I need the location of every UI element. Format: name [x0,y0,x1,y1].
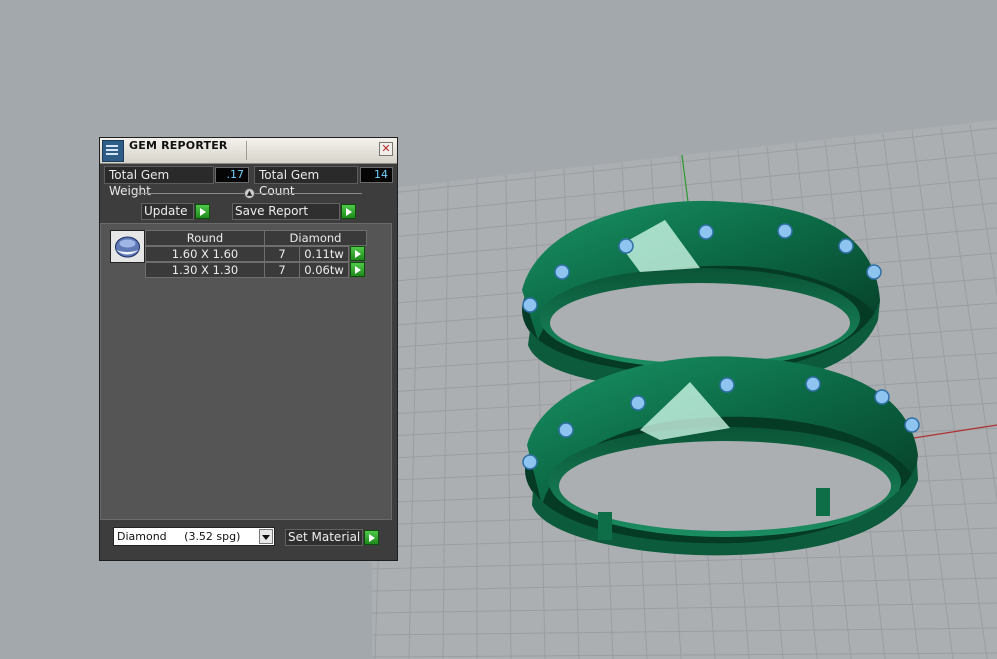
set-material-go-icon[interactable] [364,530,379,545]
row2-select-go-icon[interactable] [350,262,365,277]
collapse-chevron-icon[interactable]: ▲ [244,188,255,199]
update-go-icon[interactable] [195,204,210,219]
close-button[interactable]: ✕ [379,142,393,156]
row2-size: 1.30 X 1.30 [145,262,265,278]
column-header-shape: Round [145,230,265,246]
gem-stone [719,377,735,393]
column-header-material: Diamond [264,230,367,246]
panel-title: GEM REPORTER [129,139,228,152]
row1-weight: 0.11tw [299,246,349,262]
chevron-down-icon[interactable] [259,529,273,544]
row2-weight: 0.06tw [299,262,349,278]
row1-select-go-icon[interactable] [350,246,365,261]
gem-stone [618,238,634,254]
gem-stone [554,264,570,280]
gem-reporter-app-icon [102,140,124,162]
update-button[interactable]: Update [141,203,194,220]
gem-stone [698,224,714,240]
total-gem-count-label: Total Gem Count [254,166,358,198]
total-gem-weight-value: .17 [215,167,249,183]
row1-size: 1.60 X 1.60 [145,246,265,262]
gem-stone [805,376,821,392]
gem-stone [866,264,882,280]
gem-stone [522,454,538,470]
set-material-button[interactable]: Set Material [285,529,363,546]
gem-stone [777,223,793,239]
save-report-go-icon[interactable] [341,204,356,219]
gem-stone [838,238,854,254]
round-gem-icon[interactable] [110,230,145,263]
material-select-value: Diamond (3.52 spg) [117,530,241,543]
panel-titlebar[interactable]: GEM REPORTER ✕ [100,138,397,164]
gem-list: Round Diamond 1.60 X 1.60 7 0.11tw 1.30 … [100,223,392,520]
total-gem-count-value: 14 [360,167,393,183]
title-separator [246,141,247,160]
total-gem-weight-label: Total Gem Weight [104,166,214,198]
gem-stone [522,297,538,313]
gem-stone [558,422,574,438]
close-icon: ✕ [381,142,391,155]
gem-stone [904,417,920,433]
gem-stone [874,389,890,405]
save-report-button[interactable]: Save Report [232,203,340,220]
material-select[interactable]: Diamond (3.52 spg) [113,527,275,546]
row1-count: 7 [264,246,300,262]
row2-count: 7 [264,262,300,278]
gem-stone [630,395,646,411]
gem-reporter-panel: GEM REPORTER ✕ Total Gem Weight .17 Tota… [99,137,398,561]
